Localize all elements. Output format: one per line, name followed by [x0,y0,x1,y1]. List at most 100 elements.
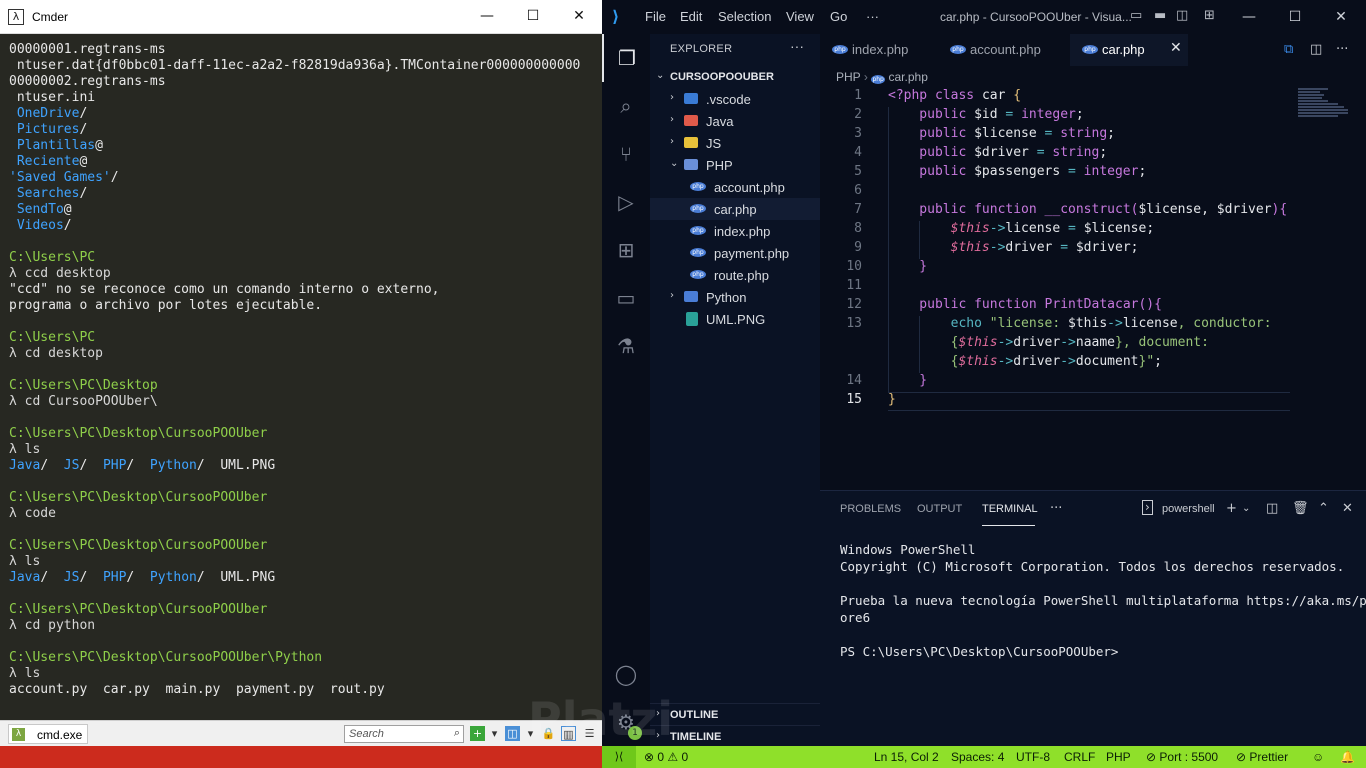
close-panel-icon[interactable]: ✕ [1342,501,1353,516]
more-icon[interactable]: ··· [1050,501,1062,516]
cursor-position[interactable]: Ln 15, Col 2 [874,750,939,764]
tab-problems[interactable]: PROBLEMS [840,503,901,515]
minimize-icon[interactable]: — [1226,0,1272,34]
cmder-title-bar[interactable]: λ Cmder — ☐ ✕ [0,0,602,34]
console-line: ntuser.ini [9,90,602,106]
code-line: public function __construct($license, $d… [888,202,1287,217]
tree-item[interactable]: › Java [650,110,820,132]
open-preview-icon[interactable]: ⧉ [1284,42,1293,57]
tab-car-php[interactable]: php car.php ✕ [1070,34,1188,66]
console-text: λ cd desktop [9,346,103,361]
close-icon[interactable]: ✕ [1170,40,1182,56]
menu-selection[interactable]: Selection [718,9,771,24]
tree-item[interactable]: php index.php [650,220,820,242]
cmder-console[interactable]: 00000001.regtrans-ms ntuser.dat{df0bbc01… [0,34,602,720]
trash-icon[interactable]: 🗑 [1292,501,1309,516]
language-mode[interactable]: PHP [1106,750,1131,764]
tree-item[interactable]: php car.php [650,198,820,220]
explorer-icon[interactable]: ❐ [602,34,650,82]
timeline-section[interactable]: › TIMELINE [650,725,820,747]
search-icon[interactable]: ⌕ [602,82,650,130]
tree-item[interactable]: › .vscode [650,88,820,110]
search-input[interactable]: Search ⌕ [344,725,464,743]
prettier-status[interactable]: ⊘ Prettier [1236,750,1288,764]
console-tab-label: cmd.exe [37,728,83,742]
layout-split-icon[interactable]: ◫ [1176,8,1188,23]
extensions-icon[interactable]: ⊞ [602,226,650,274]
code-token: -> [989,221,1006,236]
menu-file[interactable]: File [645,9,666,24]
tab-index-php[interactable]: php index.php [820,34,938,66]
chevron-down-icon[interactable]: ▾ [487,726,502,741]
layout-panel-icon[interactable]: ▬ [1154,8,1166,23]
console-text: Pictures [9,122,80,137]
split-icon[interactable]: ◫ [505,726,520,741]
testing-icon[interactable]: ⚗ [602,322,650,370]
menu-edit[interactable]: Edit [680,9,702,24]
line-number: 1 [854,88,862,103]
menu-more[interactable]: ··· [866,9,879,24]
more-actions-icon[interactable]: ··· [790,38,804,54]
minimize-icon[interactable]: — [464,0,510,33]
more-actions-icon[interactable]: ··· [1336,42,1348,57]
cmder-title: Cmder [32,10,69,24]
workspace-root[interactable]: ⌄ CURSOOPOOUBER [650,66,820,88]
remote-icon[interactable]: ⟩⟨ [602,746,636,768]
timeline-label: TIMELINE [670,731,722,743]
run-debug-icon[interactable]: ▷ [602,178,650,226]
live-server-port[interactable]: ⊘ Port : 5500 [1146,750,1218,764]
tree-item[interactable]: UML.PNG [650,308,820,330]
terminal-shell-name[interactable]: powershell [1162,503,1215,515]
code-token: = [1068,221,1084,236]
close-icon[interactable]: ✕ [1318,0,1364,34]
source-control-icon[interactable]: ⑂ [602,130,650,178]
account-icon[interactable]: ◯ [602,650,650,698]
notifications-icon[interactable]: 🔔 [1340,750,1355,764]
remote-explorer-icon[interactable]: ▭ [602,274,650,322]
tree-item[interactable]: ⌄ PHP [650,154,820,176]
menu-view[interactable]: View [786,9,814,24]
breadcrumb[interactable]: PHP › php car.php [836,70,928,84]
console-text: λ ls [9,666,41,681]
php-file-icon: php [690,270,706,279]
chevron-down-icon[interactable]: ⌄ [1242,503,1250,514]
code-token: , document: [1122,335,1209,350]
tree-item-label: account.php [714,180,785,195]
layout-sidebar-icon[interactable]: ▭ [1130,8,1142,23]
encoding[interactable]: UTF-8 [1016,750,1050,764]
terminal-output[interactable]: Windows PowerShell Copyright (C) Microsof… [840,541,1366,660]
split-editor-icon[interactable]: ◫ [1310,42,1322,57]
breadcrumb-file[interactable]: car.php [889,70,928,84]
tab-account-php[interactable]: php account.php [938,34,1070,66]
tree-item[interactable]: › Python [650,286,820,308]
tree-item[interactable]: php account.php [650,176,820,198]
new-console-icon[interactable]: + [470,726,485,741]
tab-output[interactable]: OUTPUT [917,503,962,515]
tree-item[interactable]: › JS [650,132,820,154]
breadcrumb-folder[interactable]: PHP [836,70,860,84]
minimap[interactable] [1298,88,1354,124]
indentation[interactable]: Spaces: 4 [951,750,1004,764]
new-terminal-icon[interactable]: + [1226,501,1237,516]
end-of-line[interactable]: CRLF [1064,750,1095,764]
tree-item[interactable]: php payment.php [650,242,820,264]
problems-count[interactable]: ⊗ 0 ⚠ 0 [644,750,688,764]
tree-item[interactable]: php route.php [650,264,820,286]
chevron-up-icon[interactable]: ⌃ [1318,501,1329,516]
console-tab[interactable]: λ cmd.exe [8,724,88,744]
restore-icon[interactable]: ☐ [1272,0,1318,34]
maximize-icon[interactable]: ☐ [510,0,556,33]
terminal-line: PS C:\Users\PC\Desktop\CursooPOOUber> [840,644,1119,659]
tab-terminal[interactable]: TERMINAL [982,503,1038,515]
outline-section[interactable]: › OUTLINE [650,703,820,725]
feedback-icon[interactable]: ☺ [1312,750,1324,764]
console-text: Videos [9,218,64,233]
split-terminal-icon[interactable]: ◫ [1266,501,1278,516]
console-line: 00000001.regtrans-ms [9,42,602,58]
customize-layout-icon[interactable]: ⊞ [1204,8,1215,23]
console-line: C:\Users\PC\Desktop [9,378,602,394]
close-icon[interactable]: ✕ [556,0,602,33]
code-token: __construct [1044,202,1131,217]
php-file-icon: php [690,204,706,213]
menu-go[interactable]: Go [830,9,847,24]
